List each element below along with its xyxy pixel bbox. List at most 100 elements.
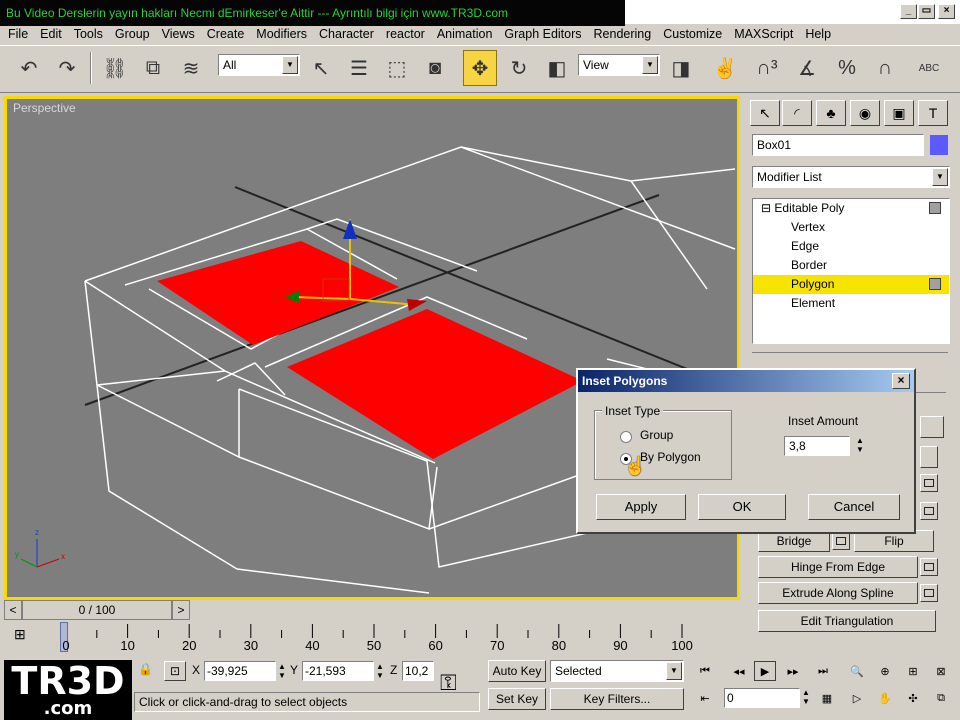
spinner-snap-icon[interactable]: ∩ [868, 50, 902, 86]
close-window-button[interactable]: × [938, 4, 955, 19]
settings-icon[interactable] [920, 474, 938, 492]
select-by-name-icon[interactable]: ☰ [342, 50, 376, 86]
key-mode-toggle-icon[interactable]: ⇤ [694, 688, 716, 708]
modify-tab-icon[interactable]: ◜ [782, 100, 812, 126]
menu-rendering[interactable]: Rendering [589, 27, 659, 41]
set-key-button[interactable]: Set Key [488, 688, 546, 710]
maximize-viewport-icon[interactable]: ⧉ [930, 688, 952, 708]
select-and-rotate-icon[interactable]: ↻ [502, 50, 536, 86]
stack-item-editable-poly[interactable]: ⊟ Editable Poly [753, 199, 949, 218]
key-filters-button[interactable]: Key Filters... [550, 688, 684, 710]
arc-rotate-icon[interactable]: ✣ [902, 688, 924, 708]
menu-file[interactable]: File [3, 27, 35, 41]
time-configuration-icon[interactable]: ▦ [816, 688, 838, 708]
menu-graph-editors[interactable]: Graph Editors [499, 27, 588, 41]
go-to-end-icon[interactable]: ⏭ [812, 661, 834, 681]
play-icon[interactable]: ▶ [754, 661, 776, 681]
menu-create[interactable]: Create [202, 27, 252, 41]
y-coordinate-field[interactable]: -21,593 [302, 661, 374, 681]
field-of-view-icon[interactable]: ▷ [846, 688, 868, 708]
x-spinner[interactable]: ▲ ▼ [278, 662, 286, 680]
key-icon[interactable]: ⚿ [440, 670, 457, 696]
menu-edit[interactable]: Edit [35, 27, 69, 41]
z-coordinate-field[interactable]: 10,2 [402, 661, 434, 681]
mini-curve-editor-icon[interactable]: ⊞ [14, 626, 38, 650]
key-mode-select[interactable]: Selected ▼ [550, 660, 684, 682]
undo-icon[interactable]: ↶ [12, 50, 46, 86]
go-to-start-icon[interactable]: ⏮ [694, 661, 716, 681]
pan-icon[interactable]: ✋ [874, 688, 896, 708]
bind-to-space-warp-icon[interactable]: ≋ [174, 50, 208, 86]
by-polygon-radio-label[interactable]: By Polygon [640, 450, 701, 464]
panel-button[interactable] [920, 446, 938, 468]
menu-tools[interactable]: Tools [69, 27, 110, 41]
hierarchy-tab-icon[interactable]: ♣ [816, 100, 846, 126]
percent-snap-icon[interactable]: % [830, 50, 864, 86]
select-and-link-icon[interactable]: ⛓ [98, 50, 132, 86]
group-radio[interactable] [620, 431, 632, 443]
panel-button[interactable] [920, 416, 944, 438]
dialog-close-button[interactable]: × [892, 373, 910, 389]
menu-reactor[interactable]: reactor [381, 27, 432, 41]
selection-filter-select[interactable]: All ▼ [218, 54, 300, 76]
previous-frame-icon[interactable]: ◂◂ [728, 661, 750, 681]
reference-coordinate-select[interactable]: View ▼ [578, 54, 660, 76]
rectangular-selection-icon[interactable]: ⬚ [380, 50, 414, 86]
stack-item-polygon[interactable]: Polygon [753, 275, 949, 294]
edit-triangulation-button[interactable]: Edit Triangulation [758, 610, 936, 632]
inset-amount-spinner[interactable]: ▲ ▼ [854, 436, 866, 456]
select-object-icon[interactable]: ↖ [304, 50, 338, 86]
bridge-settings-icon[interactable] [832, 532, 850, 550]
stack-item-element[interactable]: Element [753, 294, 949, 313]
group-radio-label[interactable]: Group [640, 428, 673, 442]
motion-tab-icon[interactable]: ◉ [850, 100, 880, 126]
ok-button[interactable]: OK [698, 494, 786, 520]
extrude-along-spline-button[interactable]: Extrude Along Spline [758, 582, 918, 604]
object-name-field[interactable]: Box01 [752, 134, 924, 156]
current-frame-field[interactable]: 0 [724, 688, 800, 708]
menu-group[interactable]: Group [110, 27, 157, 41]
edit-named-selection-icon[interactable]: ABC [912, 50, 946, 86]
display-tab-icon[interactable]: ▣ [884, 100, 914, 126]
stack-item-edge[interactable]: Edge [753, 237, 949, 256]
menu-customize[interactable]: Customize [658, 27, 729, 41]
cancel-button[interactable]: Cancel [808, 494, 900, 520]
utilities-tab-icon[interactable]: T [918, 100, 948, 126]
unlink-icon[interactable]: ⧉ [136, 50, 170, 86]
settings-icon[interactable] [920, 502, 938, 520]
apply-button[interactable]: Apply [596, 494, 686, 520]
next-frame-icon[interactable]: > [172, 600, 190, 620]
next-frame-icon[interactable]: ▸▸ [782, 661, 804, 681]
hinge-settings-icon[interactable] [920, 558, 938, 576]
menu-help[interactable]: Help [800, 27, 838, 41]
redo-icon[interactable]: ↷ [50, 50, 84, 86]
menu-views[interactable]: Views [157, 27, 202, 41]
zoom-extents-all-icon[interactable]: ⊠ [930, 661, 952, 681]
angle-snap-icon[interactable]: ∡ [790, 50, 824, 86]
select-and-manipulate-icon[interactable]: ✌ [708, 50, 742, 86]
zoom-all-icon[interactable]: ⊕ [874, 661, 896, 681]
menu-modifiers[interactable]: Modifiers [251, 27, 314, 41]
minimize-button[interactable]: _ [900, 4, 917, 19]
lock-icon[interactable]: 🔒 [138, 662, 153, 676]
time-slider[interactable]: 0 / 100 [22, 600, 172, 620]
zoom-icon[interactable]: 🔍 [846, 661, 868, 681]
zoom-extents-icon[interactable]: ⊞ [902, 661, 924, 681]
snaps-toggle-icon[interactable]: ∩³ [750, 50, 784, 86]
create-tab-icon[interactable]: ↖ [750, 100, 780, 126]
select-and-scale-icon[interactable]: ◧ [540, 50, 574, 86]
stack-item-vertex[interactable]: Vertex [753, 218, 949, 237]
toggle-icon[interactable] [929, 202, 941, 214]
absolute-mode-icon[interactable]: ⊡ [164, 661, 186, 681]
menu-maxscript[interactable]: MAXScript [729, 27, 800, 41]
use-pivot-point-icon[interactable]: ◨ [664, 50, 698, 86]
object-color-swatch[interactable] [930, 135, 948, 155]
menu-character[interactable]: Character [314, 27, 381, 41]
window-crossing-icon[interactable]: ◙ [418, 50, 452, 86]
extrude-spline-settings-icon[interactable] [920, 584, 938, 602]
frame-spinner[interactable]: ▲ ▼ [802, 688, 810, 706]
stack-item-border[interactable]: Border [753, 256, 949, 275]
auto-key-button[interactable]: Auto Key [488, 660, 546, 682]
x-coordinate-field[interactable]: -39,925 [204, 661, 276, 681]
menu-animation[interactable]: Animation [432, 27, 500, 41]
